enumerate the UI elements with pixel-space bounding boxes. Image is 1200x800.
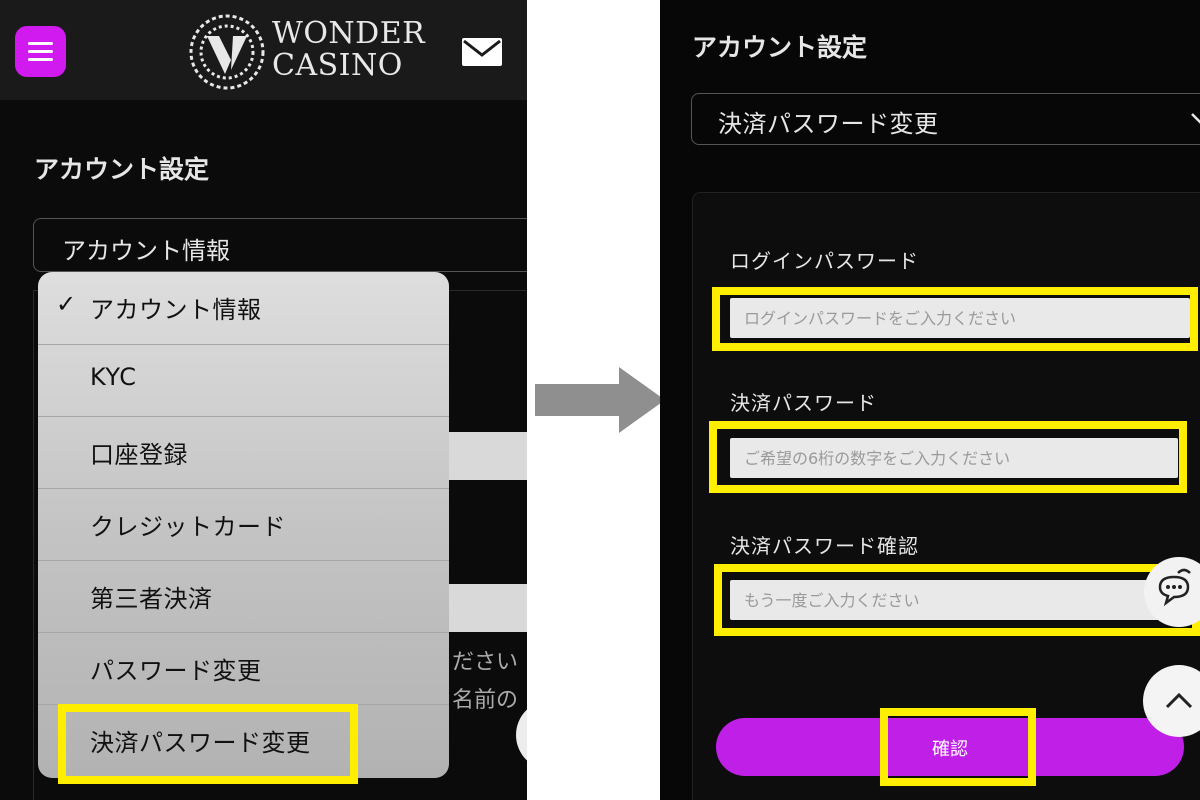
mail-icon[interactable] [462, 38, 502, 66]
dropdown-item-label: アカウント情報 [90, 296, 262, 324]
dropdown-item-label: パスワード変更 [90, 657, 262, 685]
page-title: アカウント設定 [692, 33, 868, 62]
logo-line-2: CASINO [272, 48, 403, 83]
menu-button[interactable] [15, 26, 66, 77]
logo-icon [189, 14, 265, 90]
account-settings-select[interactable]: アカウント情報 [33, 218, 527, 272]
logo-line-1: WONDER [272, 16, 426, 51]
chat-icon [1158, 568, 1191, 607]
highlight-box [712, 287, 1198, 351]
dropdown-item-label: 口座登録 [90, 441, 188, 469]
dropdown-item-credit-card[interactable]: クレジットカード [38, 488, 449, 560]
scroll-to-top-button[interactable] [1143, 665, 1200, 737]
check-icon: ✓ [56, 290, 77, 318]
dropdown-item-account-info[interactable]: ✓ アカウント情報 [38, 272, 449, 344]
chat-button[interactable] [1144, 557, 1200, 627]
menu-icon-bar [28, 42, 53, 45]
dropdown-item-label: クレジットカード [90, 513, 286, 541]
chevron-up-icon [1165, 692, 1193, 709]
login-password-label: ログインパスワード [730, 249, 919, 273]
highlight-box [709, 421, 1187, 493]
dropdown-item-label: 第三者決済 [90, 585, 213, 613]
menu-icon-bar [28, 58, 53, 61]
select-value: アカウント情報 [62, 237, 230, 265]
payment-password-label: 決済パスワード [730, 391, 877, 415]
dropdown-item-kyc[interactable]: KYC [38, 344, 449, 416]
page-title: アカウント設定 [34, 155, 210, 184]
select-value: 決済パスワード変更 [718, 110, 939, 138]
account-settings-select[interactable]: 決済パスワード変更 [691, 93, 1200, 145]
background-input [447, 432, 527, 480]
top-bar: WONDER CASINO [0, 0, 527, 100]
dropdown-item-third-party-payment[interactable]: 第三者決済 [38, 560, 449, 632]
menu-icon-bar [28, 50, 53, 53]
highlight-box [880, 708, 1036, 786]
brand-logo-text[interactable]: WONDER CASINO [272, 18, 425, 82]
arrow-right-icon [535, 367, 665, 433]
right-screenshot: アカウント設定 決済パスワード変更 ログインパスワード 決済パスワード 決済パス… [660, 0, 1200, 800]
background-text: 名前の [452, 688, 519, 713]
chevron-down-icon [1191, 113, 1200, 124]
account-settings-dropdown: ✓ アカウント情報 KYC 口座登録 クレジットカード 第三者決済 パスワード変… [38, 272, 449, 778]
background-input [447, 584, 527, 632]
highlight-box [714, 564, 1200, 636]
highlight-box [58, 704, 358, 784]
dropdown-item-account-registration[interactable]: 口座登録 [38, 416, 449, 488]
left-screenshot: WONDER CASINO アカウント設定 アカウント情報 ださい 名前の ✓ … [0, 0, 527, 800]
dropdown-item-password-change[interactable]: パスワード変更 [38, 632, 449, 704]
background-text: ださい [452, 650, 519, 675]
payment-password-confirm-label: 決済パスワード確認 [730, 534, 919, 558]
dropdown-item-label: KYC [90, 363, 137, 391]
